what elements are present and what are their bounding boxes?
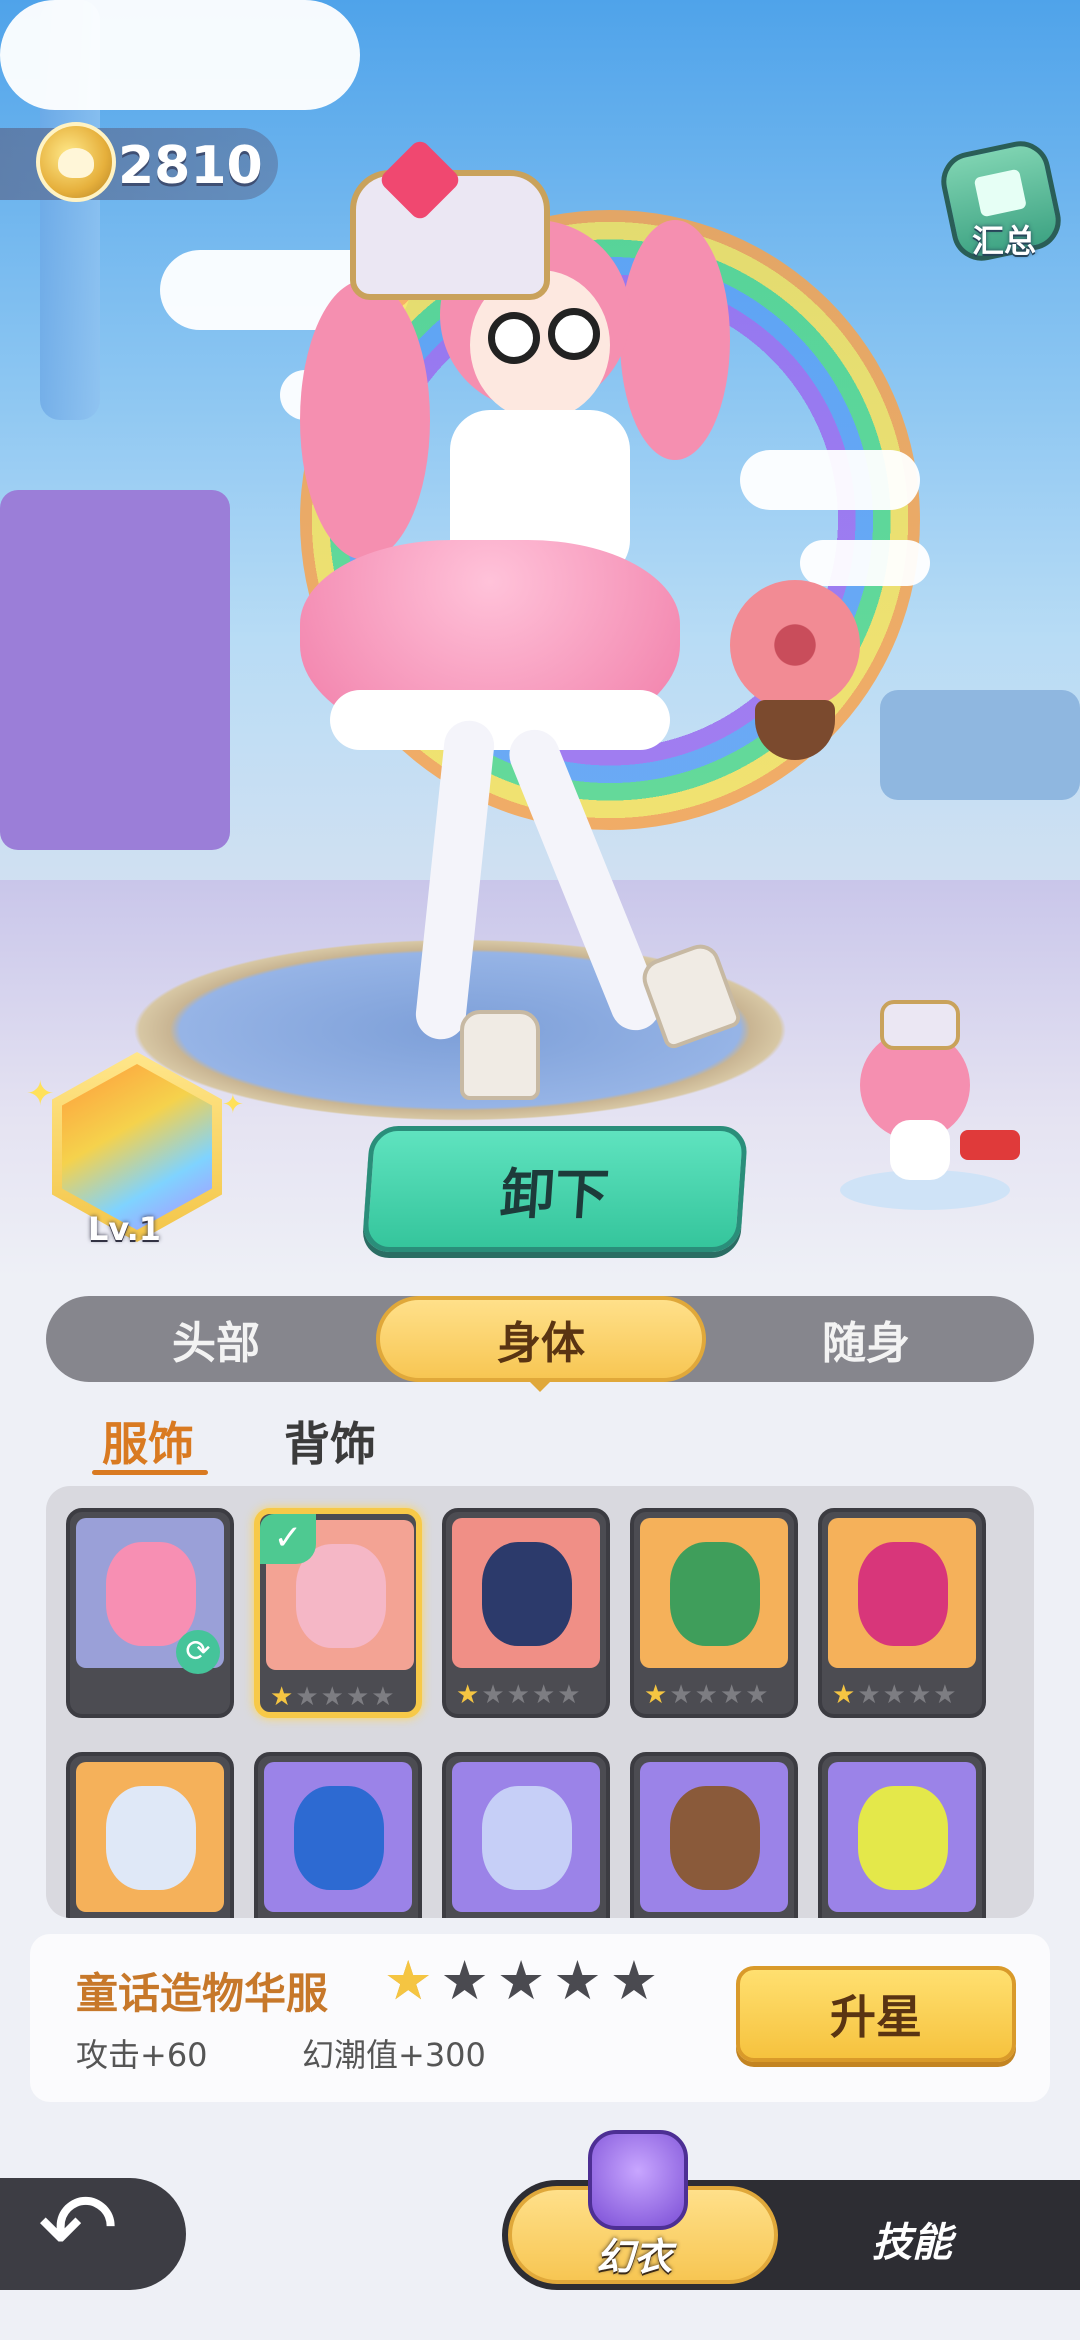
upgrade-star-label: 升星 xyxy=(830,1990,922,2044)
star-icon: ★ xyxy=(609,1949,659,2012)
star-icon: ★ xyxy=(506,1680,530,1710)
star-icon: ★ xyxy=(557,1680,581,1710)
mode-skill-label[interactable]: 技能 xyxy=(872,2210,952,2268)
background-building xyxy=(880,690,1080,800)
cloud xyxy=(0,0,360,110)
outfit-art xyxy=(452,1518,600,1668)
outfit-art xyxy=(828,1762,976,1912)
item-stars: ★ ★ ★ ★ ★ xyxy=(644,1682,769,1708)
star-icon: ★ xyxy=(857,1680,881,1710)
outfit-item-pink-jacket[interactable]: ★ ★ ★ ★ ★ xyxy=(818,1508,986,1718)
outfit-art xyxy=(76,1762,224,1912)
star-icon: ★ xyxy=(882,1680,906,1710)
summary-label[interactable]: 汇总 xyxy=(972,216,1036,262)
star-icon: ★ xyxy=(933,1680,957,1710)
outfit-art xyxy=(640,1762,788,1912)
mini-character xyxy=(820,990,1020,1210)
star-icon: ★ xyxy=(832,1680,856,1710)
subtab-outfit[interactable]: 服饰 xyxy=(102,1408,194,1474)
outfit-item-character-default[interactable]: ⟳ xyxy=(66,1508,234,1718)
star-icon: ★ xyxy=(745,1680,769,1710)
item-name: 童话造物华服 xyxy=(76,1969,329,2018)
subtab-underline xyxy=(92,1470,208,1475)
back-arrow-icon: ↶ xyxy=(38,2172,119,2284)
tab-head[interactable]: 头部 xyxy=(66,1296,366,1382)
star-icon: ★ xyxy=(669,1680,693,1710)
stat-trend: 幻潮值+300 xyxy=(302,2036,486,2074)
star-icon: ★ xyxy=(440,1949,489,2012)
star-icon: ★ xyxy=(719,1680,744,1710)
outfit-item-school-uniform[interactable] xyxy=(630,1752,798,1918)
star-icon: ★ xyxy=(496,1949,546,2012)
item-star-rating: ★ ★ ★ ★ ★ xyxy=(384,1954,658,2008)
background-building xyxy=(0,490,230,850)
tab-pointer xyxy=(526,1378,554,1392)
subtab-back-accessory[interactable]: 背饰 xyxy=(284,1408,376,1474)
outfit-item-zip-hoodie[interactable] xyxy=(442,1752,610,1918)
unequip-label: 卸下 xyxy=(498,1162,611,1226)
star-icon: ★ xyxy=(481,1680,505,1710)
star-icon: ★ xyxy=(384,1949,433,2012)
part-tabs: 头部 身体 随身 xyxy=(46,1296,1034,1382)
outfit-item-sport-jacket[interactable] xyxy=(818,1752,986,1918)
star-icon: ★ xyxy=(644,1680,668,1710)
upgrade-star-button[interactable]: 升星 xyxy=(736,1966,1016,2062)
item-stars: ★ ★ ★ ★ ★ xyxy=(832,1682,957,1708)
unequip-button[interactable]: 卸下 xyxy=(361,1126,749,1252)
sparkle-icon: ✦ xyxy=(26,1074,55,1114)
star-icon: ★ xyxy=(553,1949,602,2012)
star-icon: ★ xyxy=(270,1682,294,1712)
outfit-item-dark-armor[interactable]: ★ ★ ★ ★ ★ xyxy=(442,1508,610,1718)
coin-icon xyxy=(36,122,116,202)
star-icon: ★ xyxy=(531,1680,556,1710)
star-icon: ★ xyxy=(694,1680,718,1710)
cloud xyxy=(800,540,930,586)
equipped-check-icon: ✓ xyxy=(260,1514,316,1564)
stat-attack: 攻击+60 xyxy=(76,2036,208,2074)
item-stars: ★ ★ ★ ★ ★ xyxy=(456,1682,581,1708)
outfit-art xyxy=(640,1518,788,1668)
star-icon: ★ xyxy=(907,1680,932,1710)
cloud xyxy=(740,450,920,510)
outfit-item-white-jacket[interactable] xyxy=(66,1752,234,1918)
outfit-item-frog-costume[interactable]: ★ ★ ★ ★ ★ xyxy=(630,1508,798,1718)
outfit-item-fairytale-dress[interactable]: ✓ ★ ★ ★ ★ ★ xyxy=(254,1508,422,1718)
flower-pet xyxy=(730,580,860,710)
star-icon: ★ xyxy=(295,1682,319,1712)
outfit-grid: ⟳ ✓ ★ ★ ★ ★ ★ ★ ★ ★ ★ ★ ★ ★ ★ ★ ★ ★ ★ ★ ★ ★ xyxy=(46,1486,1034,1918)
mode-outfit-label[interactable]: 幻衣 xyxy=(596,2226,672,2281)
skill-level: Lv.1 xyxy=(88,1210,162,1248)
outfit-art xyxy=(452,1762,600,1912)
currency-value: 2810 xyxy=(118,136,263,196)
swap-icon: ⟳ xyxy=(176,1630,220,1674)
tab-body[interactable]: 身体 xyxy=(376,1296,706,1382)
star-icon: ★ xyxy=(345,1682,370,1712)
outfit-art xyxy=(264,1762,412,1912)
item-stars: ★ ★ ★ ★ ★ xyxy=(270,1684,395,1710)
outfit-item-blue-swimsuit[interactable] xyxy=(254,1752,422,1918)
star-icon: ★ xyxy=(320,1682,344,1712)
outfit-icon xyxy=(588,2130,688,2230)
outfit-art xyxy=(828,1518,976,1668)
star-icon: ★ xyxy=(456,1680,480,1710)
sparkle-icon: ✦ xyxy=(222,1090,244,1120)
star-icon: ★ xyxy=(371,1682,395,1712)
tab-carry[interactable]: 随身 xyxy=(716,1296,1016,1382)
